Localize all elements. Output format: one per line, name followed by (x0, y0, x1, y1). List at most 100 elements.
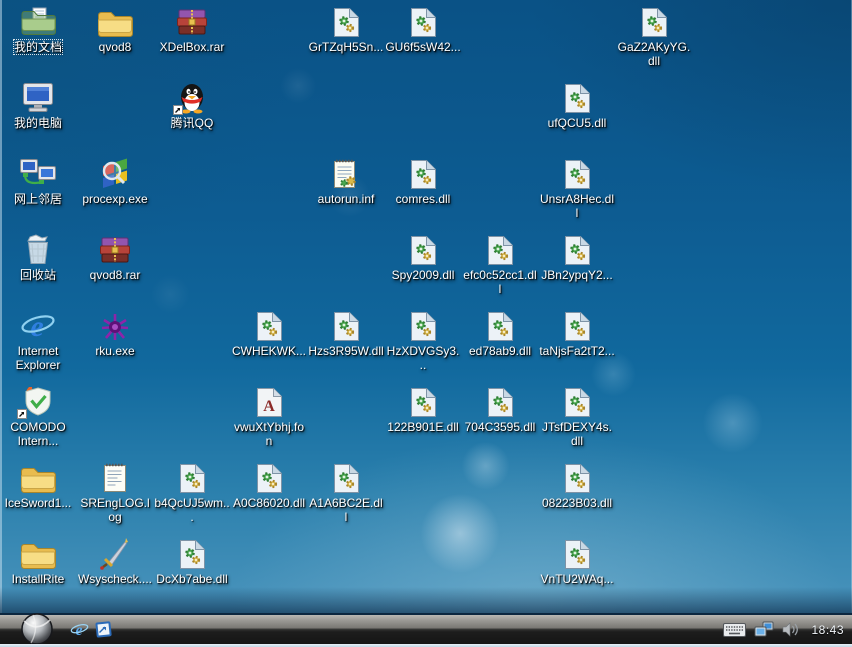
dll-icon (564, 82, 591, 114)
desktop-icon-qvod8-rar[interactable]: qvod8.rar (77, 234, 153, 282)
desktop-icon-internet-explorer[interactable]: eInternet Explorer (0, 310, 76, 372)
desktop-icon-spy2009-dll[interactable]: Spy2009.dll (385, 234, 461, 282)
desktop-icon-hzs3r95w-dll[interactable]: Hzs3R95W.dll (308, 310, 384, 358)
desktop-icon-wsyscheck[interactable]: Wsyscheck.... (77, 538, 153, 586)
desktop-icon-item-6[interactable]: 我的电脑 (0, 82, 76, 130)
shortcut-arrow-icon (173, 105, 183, 115)
desktop-icon-comodo-intern[interactable]: COMODO Intern... (0, 386, 76, 448)
desktop-icon-autorun-inf[interactable]: autorun.inf (308, 158, 384, 206)
svg-text:A: A (263, 398, 275, 415)
desktop-icon-jbn2ypqy2[interactable]: JBn2ypqY2... (539, 234, 615, 282)
icon-label: autorun.inf (318, 192, 375, 206)
dll-icon (410, 234, 437, 266)
my-computer-icon (19, 82, 57, 114)
dll-icon (256, 462, 283, 494)
dll-icon (564, 310, 591, 342)
desktop-icon-vntu2waq[interactable]: VnTU2WAq... (539, 538, 615, 586)
desktop-icon-dcxb7abe-dll[interactable]: DcXb7abe.dll (154, 538, 230, 586)
network-icon (19, 158, 57, 190)
winrar-icon (176, 6, 208, 38)
icon-label: efc0c52cc1.dll (462, 268, 538, 296)
desktop-icon-ed78ab9-dll[interactable]: ed78ab9.dll (462, 310, 538, 358)
desktop-icon-procexp-exe[interactable]: procexp.exe (77, 158, 153, 206)
desktop-icon-item-14[interactable]: 回收站 (0, 234, 76, 282)
fon-icon: A (256, 386, 283, 418)
dll-icon (410, 386, 437, 418)
icon-label: InstallRite (12, 572, 65, 586)
desktop-icon-qq[interactable]: 腾讯QQ (154, 82, 230, 130)
icon-label: 08223B03.dll (542, 496, 612, 510)
folder-icon (20, 538, 56, 570)
dll-icon (333, 310, 360, 342)
start-button[interactable] (21, 613, 53, 645)
winrar-icon (99, 234, 131, 266)
desktop-icon-a0c86020-dll[interactable]: A0C86020.dll (231, 462, 307, 510)
desktop-icon-cwhekwk[interactable]: CWHEKWK... (231, 310, 307, 358)
desktop-icon-srenglog-log[interactable]: SREngLOG.log (77, 462, 153, 524)
outlook-express-icon[interactable] (94, 620, 113, 639)
desktop-icon-122b901e-dll[interactable]: 122B901E.dll (385, 386, 461, 434)
icon-label: 我的电脑 (14, 116, 62, 130)
dll-icon (641, 6, 668, 38)
dll-icon (256, 310, 283, 342)
desktop-icon-qvod8[interactable]: qvod8 (77, 6, 153, 54)
rku-icon (100, 310, 130, 342)
folder-icon (97, 6, 133, 38)
icon-label: ed78ab9.dll (469, 344, 531, 358)
icon-label: 704C3595.dll (465, 420, 536, 434)
dll-icon (487, 234, 514, 266)
desktop-background[interactable]: 我的文档 qvod8 XDelBox.rar GrTZqH5Sn...GU6f5sW4… (0, 0, 852, 613)
desktop-icon-08223b03-dll[interactable]: 08223B03.dll (539, 462, 615, 510)
taskbar: e (0, 615, 852, 644)
icon-label: 网上邻居 (14, 192, 62, 206)
dll-icon (487, 310, 514, 342)
desktop-icon-installrite[interactable]: InstallRite (0, 538, 76, 586)
comodo-icon (21, 386, 55, 418)
icon-label: 腾讯QQ (171, 116, 214, 130)
volume-icon[interactable] (782, 622, 799, 637)
recycle-icon (23, 234, 53, 266)
desktop-icon-a1a6bc2e-dll[interactable]: A1A6BC2E.dll (308, 462, 384, 524)
desktop-icon-icesword1[interactable]: IceSword1... (0, 462, 76, 510)
desktop-icon-xdelbox-rar[interactable]: XDelBox.rar (154, 6, 230, 54)
desktop-icon-grtzqh5sn[interactable]: GrTZqH5Sn... (308, 6, 384, 54)
icon-label: Spy2009.dll (392, 268, 455, 282)
icon-label: 我的文档 (14, 40, 62, 54)
icon-label: qvod8 (99, 40, 132, 54)
dll-icon (179, 462, 206, 494)
desktop-icon-comres-dll[interactable]: comres.dll (385, 158, 461, 206)
network-status-icon[interactable] (754, 621, 774, 638)
desktop-icon-b4qcuj5wm[interactable]: b4QcUJ5wm... (154, 462, 230, 524)
icon-label: CWHEKWK... (232, 344, 306, 358)
desktop-icon-unsra8hec-dll[interactable]: UnsrA8Hec.dll (539, 158, 615, 220)
desktop-icon-efc0c52cc1-dll[interactable]: efc0c52cc1.dll (462, 234, 538, 296)
my-documents-icon (20, 6, 56, 38)
procexp-icon (98, 158, 132, 190)
internet-explorer-icon[interactable]: e (70, 620, 89, 639)
taskbar-clock[interactable]: 18:43 (811, 623, 844, 637)
system-tray: 18:43 (723, 615, 844, 644)
dll-icon (564, 538, 591, 570)
log-icon (102, 462, 128, 494)
desktop-icon-item-9[interactable]: 网上邻居 (0, 158, 76, 206)
dll-icon (564, 234, 591, 266)
desktop-icon-ufqcu5-dll[interactable]: ufQCU5.dll (539, 82, 615, 130)
icon-label: Hzs3R95W.dll (308, 344, 383, 358)
desktop-icon-item-0[interactable]: 我的文档 (0, 6, 76, 54)
icon-label: GrTZqH5Sn... (309, 40, 384, 54)
dll-icon (487, 386, 514, 418)
icon-label: DcXb7abe.dll (156, 572, 227, 586)
keyboard-input-indicator-icon[interactable] (723, 623, 746, 637)
desktop-icon-704c3595-dll[interactable]: 704C3595.dll (462, 386, 538, 434)
icon-label: procexp.exe (82, 192, 147, 206)
desktop-icon-gu6f5sw42[interactable]: GU6f5sW42... (385, 6, 461, 54)
desktop-icon-vwuxtybhj-fon[interactable]: AvwuXtYbhj.fon (231, 386, 307, 448)
icon-label: GaZ2AKyYG.dll (616, 40, 692, 68)
desktop-icon-jtsfdexy4s-dll[interactable]: JTsfDEXY4s.dll (539, 386, 615, 448)
desktop-icon-gaz2akyyg-dll[interactable]: GaZ2AKyYG.dll (616, 6, 692, 68)
icon-label: 122B901E.dll (387, 420, 458, 434)
desktop-icon-hzxdvgsy3[interactable]: HzXDVGSy3... (385, 310, 461, 372)
desktop-icon-rku-exe[interactable]: rku.exe (77, 310, 153, 358)
desktop-icon-tanjsfa2tt2[interactable]: taNjsFa2tT2... (539, 310, 615, 358)
dll-icon (410, 6, 437, 38)
